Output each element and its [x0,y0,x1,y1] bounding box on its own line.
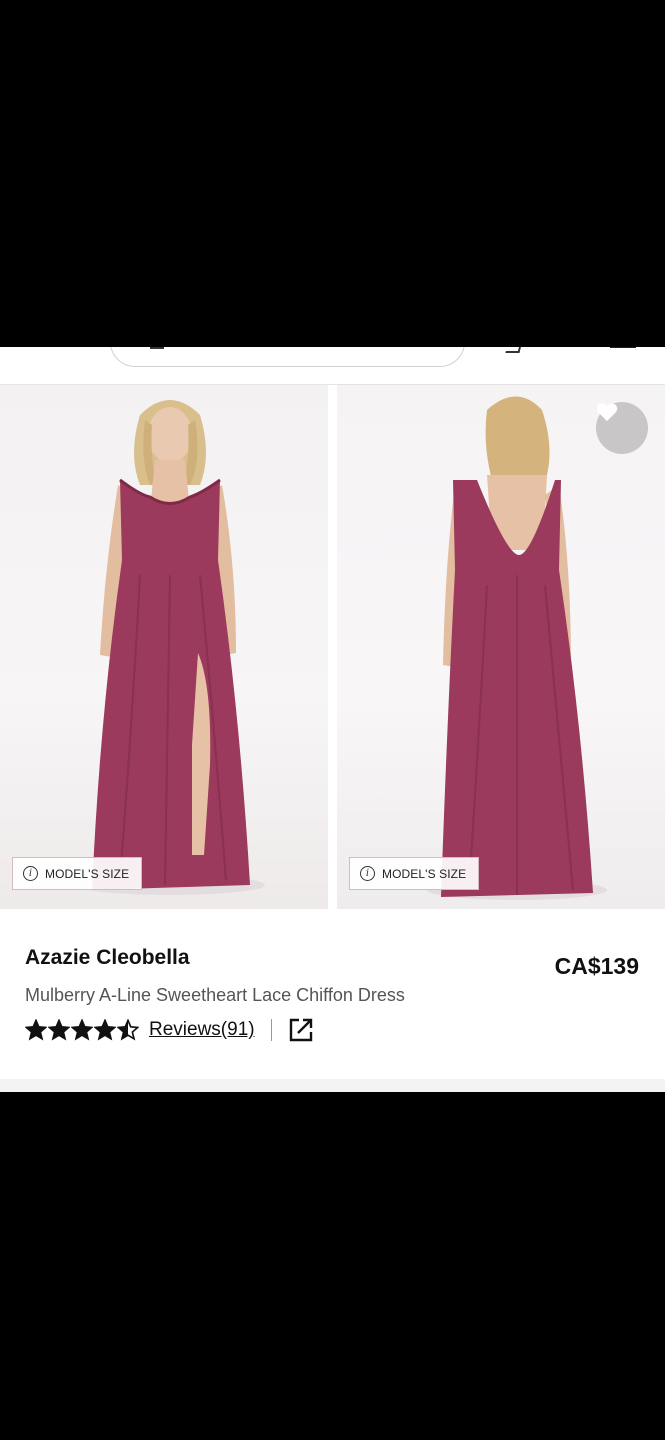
header-bar [0,347,665,385]
star-icon [48,1019,70,1041]
external-link-icon[interactable] [288,1017,314,1043]
top-black-bar [0,0,665,347]
model-front-illustration [75,400,265,895]
product-card: i MODEL'S SIZE i MODEL'S SIZE Azazie Cle… [0,347,665,1092]
product-info: Azazie Cleobella CA$139 Mulberry A-Line … [0,909,665,1092]
search-input[interactable] [110,347,465,367]
menu-icon[interactable] [610,347,636,348]
product-gallery: i MODEL'S SIZE i MODEL'S SIZE [0,385,665,909]
star-icon [71,1019,93,1041]
models-size-label: MODEL'S SIZE [45,866,130,881]
model-back-illustration [427,396,607,900]
divider [270,1019,272,1041]
star-rating [25,1019,139,1041]
reviews-link[interactable]: Reviews(91) [149,1019,255,1041]
models-size-label: MODEL'S SIZE [382,866,467,881]
star-icon [117,1019,139,1041]
product-description: Mulberry A-Line Sweetheart Lace Chiffon … [25,985,405,1005]
info-icon: i [23,866,38,881]
models-size-tag-front[interactable]: i MODEL'S SIZE [12,857,143,890]
cart-icon[interactable] [505,347,523,353]
search-icon[interactable] [150,347,164,349]
product-image-front[interactable]: i MODEL'S SIZE [0,385,328,909]
heart-icon [596,403,618,422]
models-size-tag-back[interactable]: i MODEL'S SIZE [349,857,480,890]
star-icon [94,1019,116,1041]
favorite-button[interactable] [596,402,648,454]
bottom-black-bar [0,1092,665,1440]
product-brand[interactable]: Azazie Cleobella [25,946,190,970]
section-separator [0,1079,665,1092]
star-icon [25,1019,47,1041]
rating-row: Reviews(91) [25,1017,314,1043]
product-image-back[interactable]: i MODEL'S SIZE [337,385,665,909]
product-price: CA$139 [554,953,639,979]
info-icon: i [360,866,375,881]
